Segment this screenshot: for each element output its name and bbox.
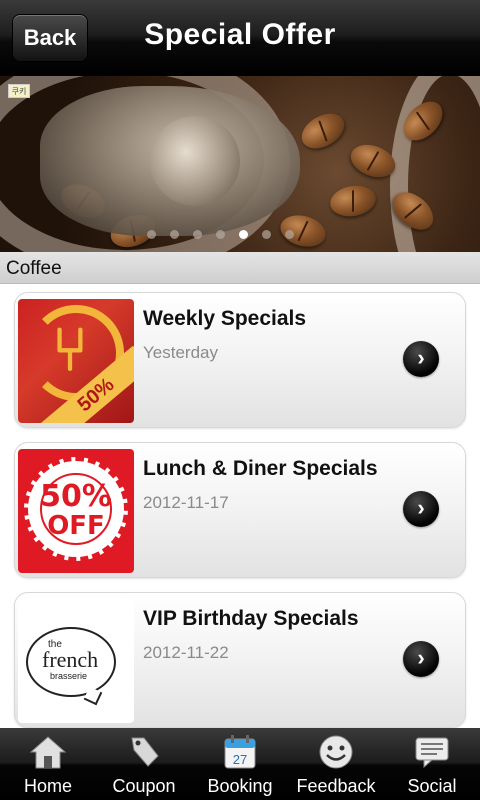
tab-label: Social xyxy=(407,776,457,796)
offer-card-weekly[interactable]: ⑂ 50% Weekly Specials Yesterday › xyxy=(14,292,466,428)
offer-list: ⑂ 50% Weekly Specials Yesterday › 50% OF… xyxy=(0,284,480,728)
smiley-icon xyxy=(319,735,353,769)
offer-card-vip[interactable]: the french brasserie VIP Birthday Specia… xyxy=(14,592,466,728)
offer-card-lunch[interactable]: 50% OFF Lunch & Diner Specials 2012-11-1… xyxy=(14,442,466,578)
slide-indicator xyxy=(0,230,480,239)
tab-label: Coupon xyxy=(112,776,176,796)
sale-percent-text: 50% xyxy=(40,479,112,514)
coupon-tag-icon xyxy=(131,737,159,767)
calendar-day-text: 27 xyxy=(233,752,247,767)
chevron-right-icon[interactable]: › xyxy=(403,641,439,677)
slide-dot[interactable] xyxy=(146,230,156,239)
tab-label: Booking xyxy=(207,776,273,796)
vip-specials-thumbnail: the french brasserie xyxy=(18,599,134,723)
tab-feedback[interactable]: Feedback xyxy=(288,728,384,800)
promo-banner[interactable]: 쿠키 xyxy=(0,76,480,252)
logo-text-french: french xyxy=(42,647,99,672)
tab-home[interactable]: Home xyxy=(0,728,96,800)
tab-label: Feedback xyxy=(296,776,376,796)
coffee-bean-image xyxy=(295,106,351,156)
tab-social[interactable]: Social xyxy=(384,728,480,800)
banner-tag: 쿠키 xyxy=(8,84,30,98)
coffee-bean-image xyxy=(327,182,379,220)
bottom-tab-bar: Home Coupon 27 Booking Feedback Social xyxy=(0,728,480,800)
offer-title: VIP Birthday Specials xyxy=(143,607,359,630)
weekly-specials-thumbnail: ⑂ 50% xyxy=(18,299,134,423)
top-bar: Back Special Offer xyxy=(0,0,480,76)
sale-off-text: OFF xyxy=(47,511,105,541)
offer-title: Lunch & Diner Specials xyxy=(143,457,378,480)
logo-text-brasserie: brasserie xyxy=(50,671,88,681)
tab-booking[interactable]: 27 Booking xyxy=(192,728,288,800)
slide-dot[interactable] xyxy=(284,230,294,239)
offer-date: 2012-11-17 xyxy=(143,493,229,512)
slide-dot[interactable] xyxy=(215,230,225,239)
chevron-right-icon[interactable]: › xyxy=(403,491,439,527)
offer-date: 2012-11-22 xyxy=(143,643,229,662)
tab-coupon[interactable]: Coupon xyxy=(96,728,192,800)
slide-dot-active[interactable] xyxy=(238,230,248,239)
grinder-center-image xyxy=(150,116,240,206)
page-title: Special Offer xyxy=(144,18,336,51)
slide-dot[interactable] xyxy=(169,230,179,239)
offer-date: Yesterday xyxy=(143,343,218,362)
slide-dot[interactable] xyxy=(192,230,202,239)
tab-label: Home xyxy=(23,776,72,796)
section-header: Coffee xyxy=(0,252,480,284)
slide-dot[interactable] xyxy=(261,230,271,239)
chevron-right-icon[interactable]: › xyxy=(403,341,439,377)
calendar-icon: 27 xyxy=(224,735,256,769)
offer-title: Weekly Specials xyxy=(143,307,307,330)
lunch-specials-thumbnail: 50% OFF xyxy=(18,449,134,573)
fork-knife-icon: ⑂ xyxy=(52,316,88,383)
home-icon xyxy=(29,736,67,769)
chat-bubble-icon xyxy=(415,737,449,769)
